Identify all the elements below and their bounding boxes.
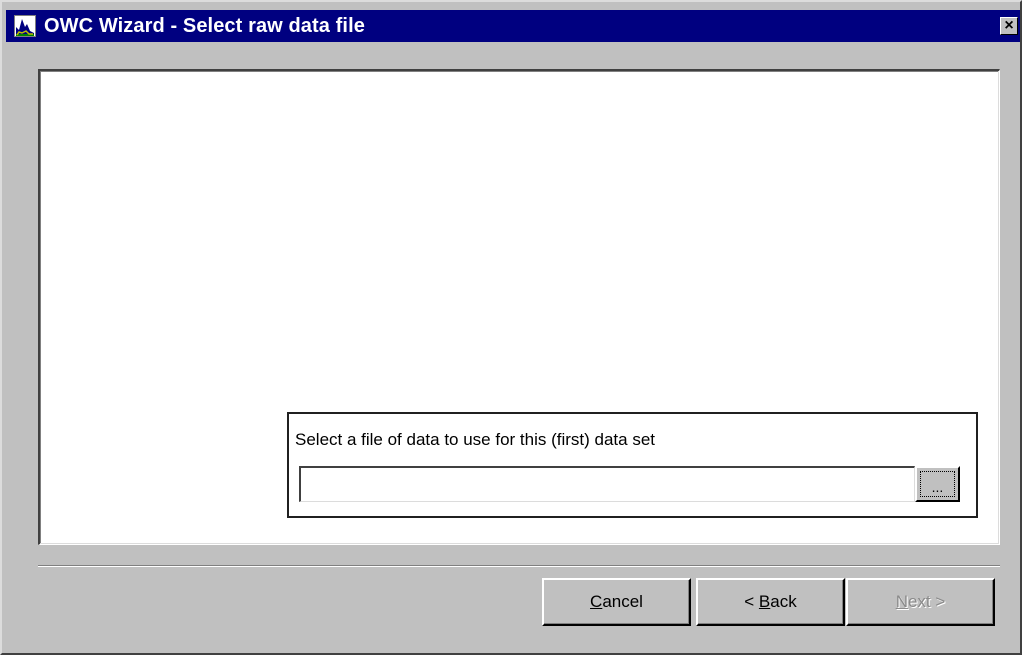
cancel-button[interactable]: Cancel <box>542 578 691 626</box>
separator <box>38 565 1000 567</box>
cancel-label-rest: ancel <box>602 592 643 611</box>
browse-button-label: ... <box>920 471 955 497</box>
title-bar[interactable]: OWC Wizard - Select raw data file × <box>6 10 1020 42</box>
close-button[interactable]: × <box>1000 17 1018 35</box>
window-title: OWC Wizard - Select raw data file <box>44 15 365 37</box>
close-icon: × <box>1004 17 1014 34</box>
file-path-input[interactable] <box>299 466 915 502</box>
next-button[interactable]: Next > <box>846 578 995 626</box>
cancel-mnemonic: C <box>590 592 603 611</box>
back-button[interactable]: < Back <box>696 578 845 626</box>
back-prefix: < <box>744 592 759 611</box>
file-select-group: Select a file of data to use for this (f… <box>287 412 978 518</box>
next-label-rest: ext > <box>907 592 946 611</box>
file-select-label: Select a file of data to use for this (f… <box>295 430 656 449</box>
browse-button[interactable]: ... <box>915 466 960 502</box>
chart-app-icon <box>14 15 36 37</box>
next-mnemonic: N <box>895 592 908 611</box>
wizard-window: OWC Wizard - Select raw data file × Sele… <box>0 0 1022 655</box>
back-label-rest: ack <box>770 592 797 611</box>
back-mnemonic: B <box>758 592 771 611</box>
